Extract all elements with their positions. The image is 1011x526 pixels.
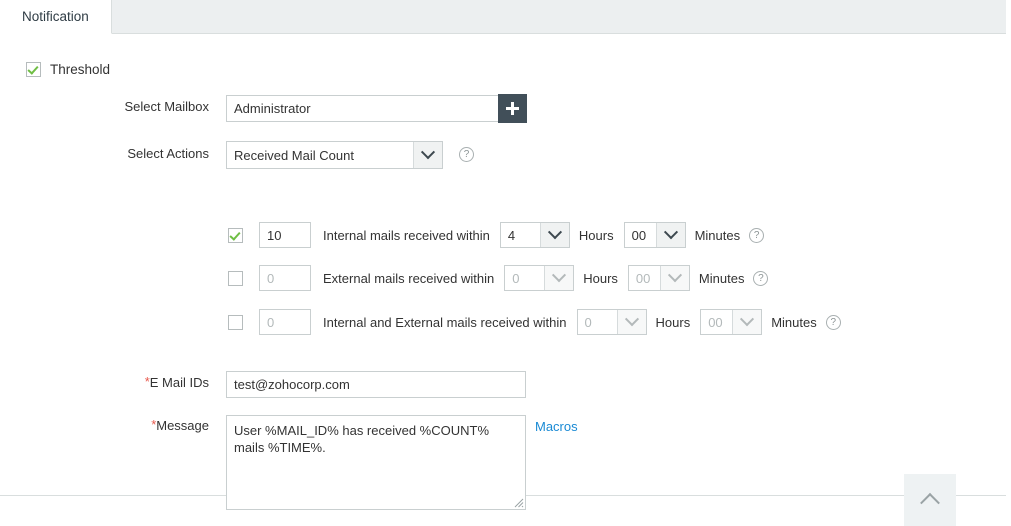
condition-minutes-both[interactable]: 00 [700,309,762,335]
condition-help-icon-both[interactable]: ? [826,315,841,330]
threshold-row: Threshold [26,62,110,77]
chevron-down-icon [544,266,573,290]
macros-link[interactable]: Macros [535,419,578,434]
select-actions-label: Select Actions [24,146,209,161]
condition-row-external: External mails received within 0 Hours 0… [228,265,768,291]
select-mailbox-input[interactable] [226,95,500,122]
hours-word-both: Hours [656,315,691,330]
chevron-up-icon [920,493,940,513]
notification-panel: Notification Threshold Select Mailbox Se… [0,0,1006,496]
chevron-down-icon [660,266,689,290]
tab-notification[interactable]: Notification [0,0,112,34]
condition-row-internal: Internal mails received within 4 Hours 0… [228,222,764,248]
message-label-text: Message [156,418,209,433]
condition-row-both: Internal and External mails received wit… [228,309,841,335]
scroll-to-top-button[interactable] [904,474,956,526]
condition-count-external[interactable] [259,265,311,291]
condition-minutes-value-external: 00 [629,271,660,286]
select-actions-help-icon[interactable]: ? [459,147,474,162]
select-actions-dropdown[interactable]: Received Mail Count [226,141,443,169]
select-mailbox-label: Select Mailbox [24,99,209,114]
message-label: *Message [24,418,209,433]
condition-count-both[interactable] [259,309,311,335]
condition-help-icon-external[interactable]: ? [753,271,768,286]
condition-minutes-value-both: 00 [701,315,732,330]
chevron-down-icon [413,142,442,168]
threshold-label: Threshold [50,62,110,77]
tab-strip: Notification [0,0,1006,34]
condition-count-internal[interactable] [259,222,311,248]
minutes-word-external: Minutes [699,271,745,286]
minutes-word-internal: Minutes [695,228,741,243]
condition-minutes-internal[interactable]: 00 [624,222,686,248]
condition-hours-internal[interactable]: 4 [500,222,570,248]
chevron-down-icon [656,223,685,247]
condition-checkbox-both[interactable] [228,315,243,330]
condition-help-icon-internal[interactable]: ? [749,228,764,243]
condition-minutes-value-internal: 00 [625,228,656,243]
minutes-word-both: Minutes [771,315,817,330]
threshold-checkbox[interactable] [26,62,41,77]
plus-icon [506,102,519,115]
condition-hours-value-external: 0 [505,271,544,286]
chevron-down-icon [540,223,569,247]
hours-word-external: Hours [583,271,618,286]
condition-checkbox-external[interactable] [228,271,243,286]
chevron-down-icon [732,310,761,334]
condition-label-both: Internal and External mails received wit… [323,315,567,330]
condition-hours-value-internal: 4 [501,228,540,243]
emails-label-text: E Mail IDs [150,375,209,390]
condition-minutes-external[interactable]: 00 [628,265,690,291]
form-content: Threshold Select Mailbox Select Actions … [0,34,1006,495]
add-mailbox-button[interactable] [498,94,527,123]
condition-hours-external[interactable]: 0 [504,265,574,291]
tab-notification-label: Notification [22,9,89,24]
select-actions-value: Received Mail Count [227,148,413,163]
message-textarea[interactable] [226,415,526,510]
condition-hours-value-both: 0 [578,315,617,330]
hours-word-internal: Hours [579,228,614,243]
condition-label-external: External mails received within [323,271,494,286]
condition-label-internal: Internal mails received within [323,228,490,243]
chevron-down-icon [617,310,646,334]
condition-hours-both[interactable]: 0 [577,309,647,335]
emails-label: *E Mail IDs [24,375,209,390]
condition-checkbox-internal[interactable] [228,228,243,243]
emails-input[interactable] [226,371,526,398]
